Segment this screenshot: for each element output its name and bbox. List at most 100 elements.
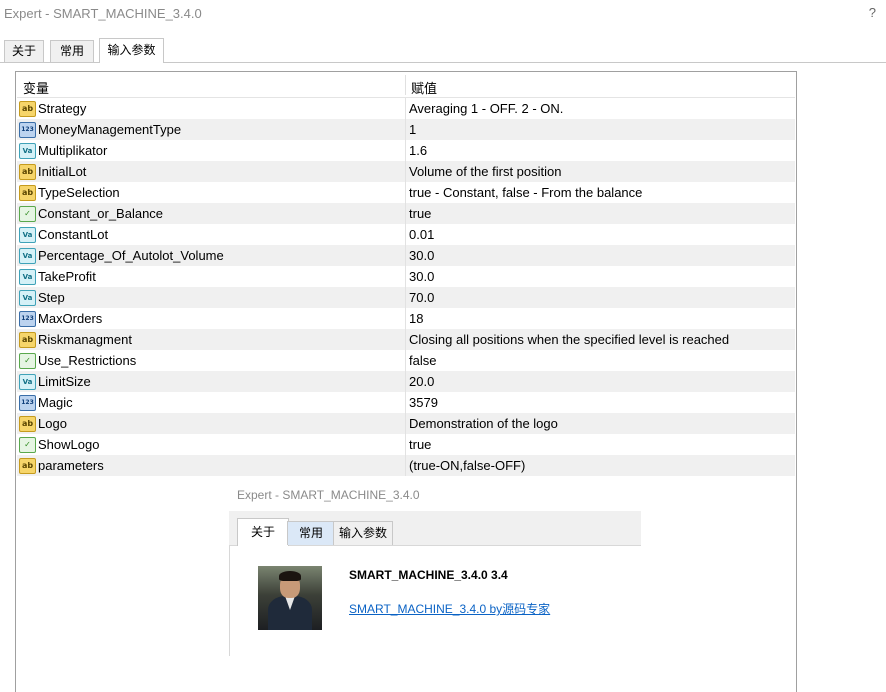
parameter-row[interactable]: ✓ Use_Restrictions false [17,350,795,371]
parameter-value[interactable]: 20.0 [409,374,434,389]
string-type-icon: ab [19,332,36,348]
integer-type-icon: 123 [19,311,36,327]
parameter-row[interactable]: ✓ Constant_or_Balance true [17,203,795,224]
column-header-variable[interactable]: 变量 [23,78,49,97]
parameter-row[interactable]: Va Multiplikator 1.6 [17,140,795,161]
parameter-name: Percentage_Of_Autolot_Volume [38,248,224,263]
parameter-row[interactable]: Va Percentage_Of_Autolot_Volume 30.0 [17,245,795,266]
inputs-panel: 变量 赋值 ab Strategy Averaging 1 - OFF. 2 - … [15,71,797,692]
parameter-name-cell[interactable]: Va LimitSize [17,371,406,392]
tab-common[interactable]: 常用 [50,40,94,62]
double-type-icon: Va [19,290,36,306]
string-type-icon: ab [19,416,36,432]
parameter-row[interactable]: ab Riskmanagment Closing all positions whe… [17,329,795,350]
parameter-value[interactable]: true [409,206,431,221]
grid-header: 变量 赋值 [17,73,795,98]
parameter-name: Constant_or_Balance [38,206,164,221]
parameter-name-cell[interactable]: ab Strategy [17,98,406,119]
parameter-row[interactable]: ✓ ShowLogo true [17,434,795,455]
parameter-row[interactable]: ab Logo Demonstration of the logo [17,413,795,434]
double-type-icon: Va [19,269,36,285]
parameter-row[interactable]: ab parameters (true-ON,false-OFF) [17,455,795,476]
parameter-name-cell[interactable]: 123 MoneyManagementType [17,119,406,140]
parameter-name-cell[interactable]: ab TypeSelection [17,182,406,203]
integer-type-icon: 123 [19,122,36,138]
parameter-value[interactable]: Averaging 1 - OFF. 2 - ON. [409,101,563,116]
parameter-value[interactable]: Closing all positions when the specified… [409,332,729,347]
photo-hair [279,571,301,581]
string-type-icon: ab [19,185,36,201]
parameter-name-cell[interactable]: ✓ Constant_or_Balance [17,203,406,224]
bool-type-icon: ✓ [19,206,36,222]
parameter-name: ConstantLot [38,227,109,242]
parameter-value[interactable]: true - Constant, false - From the balanc… [409,185,642,200]
parameter-name-cell[interactable]: 123 MaxOrders [17,308,406,329]
string-type-icon: ab [19,101,36,117]
parameter-name: MoneyManagementType [38,122,182,137]
parameter-value[interactable]: 3579 [409,395,438,410]
parameter-value[interactable]: true [409,437,431,452]
grid-rows: ab Strategy Averaging 1 - OFF. 2 - ON. 123… [17,98,795,476]
parameter-row[interactable]: 123 MoneyManagementType 1 [17,119,795,140]
about-tab-common[interactable]: 常用 [287,521,335,545]
parameter-name-cell[interactable]: Va TakeProfit [17,266,406,287]
tab-inputs[interactable]: 输入参数 [99,38,164,63]
parameter-row[interactable]: Va ConstantLot 0.01 [17,224,795,245]
parameter-value[interactable]: Volume of the first position [409,164,561,179]
double-type-icon: Va [19,248,36,264]
parameter-name-cell[interactable]: ab InitialLot [17,161,406,182]
parameter-name-cell[interactable]: Va ConstantLot [17,224,406,245]
parameters-grid: 变量 赋值 ab Strategy Averaging 1 - OFF. 2 - … [17,73,795,476]
double-type-icon: Va [19,374,36,390]
title-bar: Expert - SMART_MACHINE_3.4.0 ? [0,0,886,28]
parameter-row[interactable]: Va LimitSize 20.0 [17,371,795,392]
parameter-row[interactable]: ab TypeSelection true - Constant, false - … [17,182,795,203]
parameter-name-cell[interactable]: ab Riskmanagment [17,329,406,350]
column-header-value[interactable]: 赋值 [411,78,437,97]
parameter-value[interactable]: 1 [409,122,416,137]
parameter-row[interactable]: Va Step 70.0 [17,287,795,308]
parameter-value[interactable]: 30.0 [409,269,434,284]
parameter-name-cell[interactable]: Va Step [17,287,406,308]
double-type-icon: Va [19,143,36,159]
parameter-value[interactable]: Demonstration of the logo [409,416,558,431]
parameter-row[interactable]: 123 MaxOrders 18 [17,308,795,329]
bool-type-icon: ✓ [19,437,36,453]
parameter-row[interactable]: Va TakeProfit 30.0 [17,266,795,287]
parameter-row[interactable]: 123 Magic 3579 [17,392,795,413]
parameter-value[interactable]: (true-ON,false-OFF) [409,458,525,473]
parameter-name: Strategy [38,101,87,116]
about-dialog: 关于 常用 输入参数 SMART_MACHINE_3.4.0 3.4 SMART… [229,511,642,656]
parameter-name-cell[interactable]: ✓ Use_Restrictions [17,350,406,371]
parameter-value[interactable]: 1.6 [409,143,427,158]
string-type-icon: ab [19,164,36,180]
parameter-value[interactable]: 0.01 [409,227,434,242]
parameter-row[interactable]: ab Strategy Averaging 1 - OFF. 2 - ON. [17,98,795,119]
parameter-name-cell[interactable]: Va Multiplikator [17,140,406,161]
bool-type-icon: ✓ [19,353,36,369]
parameter-name: Logo [38,416,67,431]
parameter-name: LimitSize [38,374,91,389]
integer-type-icon: 123 [19,395,36,411]
help-button[interactable]: ? [869,5,876,20]
parameter-name-cell[interactable]: Va Percentage_Of_Autolot_Volume [17,245,406,266]
parameter-value[interactable]: 18 [409,311,423,326]
parameter-name-cell[interactable]: ab parameters [17,455,406,476]
product-link[interactable]: SMART_MACHINE_3.4.0 by源码专家 [349,600,550,617]
about-dialog-tab-bar: 关于 常用 输入参数 [229,511,641,546]
string-type-icon: ab [19,458,36,474]
parameter-name-cell[interactable]: 123 Magic [17,392,406,413]
parameter-value[interactable]: 30.0 [409,248,434,263]
column-divider[interactable] [405,75,406,95]
parameter-value[interactable]: 70.0 [409,290,434,305]
parameter-value[interactable]: false [409,353,436,368]
about-tab-about[interactable]: 关于 [237,518,289,546]
parameter-name: TypeSelection [38,185,120,200]
parameter-name-cell[interactable]: ✓ ShowLogo [17,434,406,455]
parameter-name: TakeProfit [38,269,96,284]
parameter-name-cell[interactable]: ab Logo [17,413,406,434]
about-tab-inputs[interactable]: 输入参数 [333,521,393,545]
parameter-name: Multiplikator [38,143,108,158]
parameter-row[interactable]: ab InitialLot Volume of the first position [17,161,795,182]
tab-about[interactable]: 关于 [4,40,44,62]
